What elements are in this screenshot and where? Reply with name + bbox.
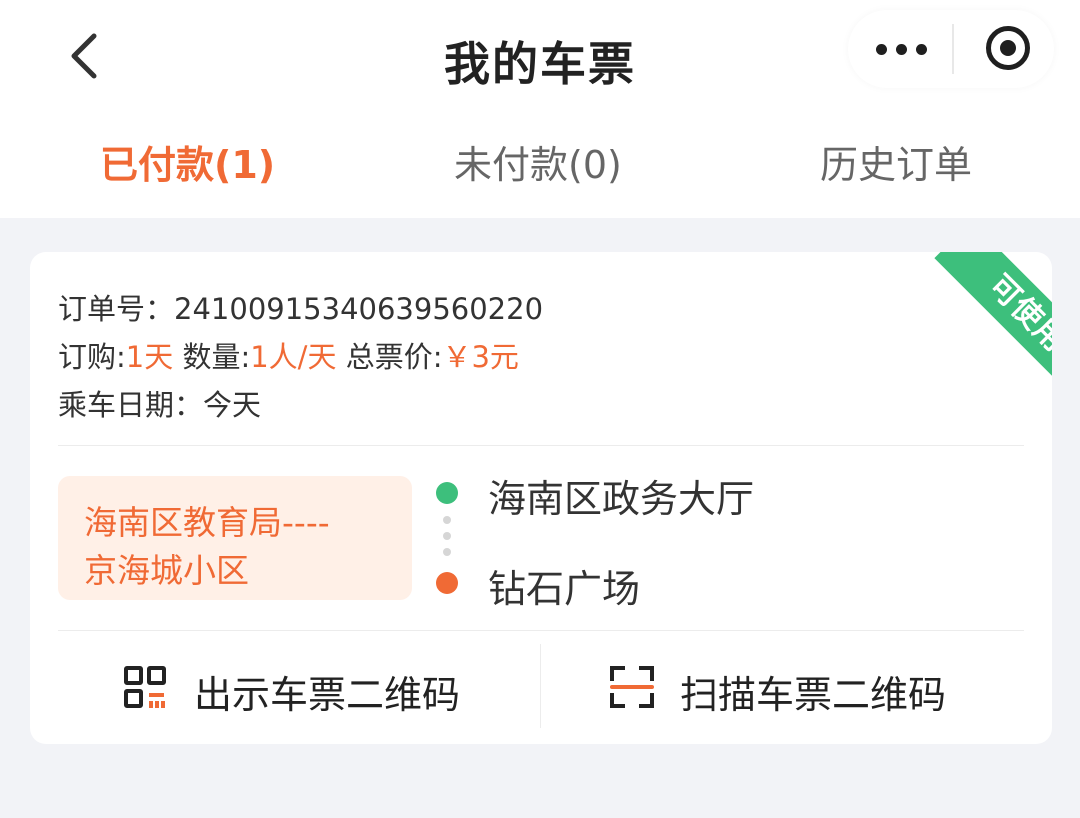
status-badge: 可使用 — [934, 252, 1052, 407]
order-number-row: 订单号：24100915340639560220 — [58, 286, 543, 328]
purchase-value: 1天 — [125, 340, 174, 374]
close-mini-program-button[interactable] — [986, 26, 1030, 70]
route-connector-dot — [443, 532, 451, 540]
qr-code-icon — [124, 666, 166, 708]
order-number-label: 订单号： — [58, 292, 175, 326]
route-name-line-2: 京海城小区 — [84, 551, 249, 590]
divider — [58, 630, 1024, 631]
target-close-icon-dot — [1000, 40, 1016, 56]
route-connector-dot — [443, 516, 451, 524]
show-qr-code-label: 出示车票二维码 — [194, 673, 461, 717]
start-stop-name: 海南区政务大厅 — [488, 477, 755, 521]
route-name-tag: 海南区教育局---- 京海城小区 — [58, 476, 412, 600]
navigation-bar: 我的车票 — [0, 0, 1080, 118]
purchase-info-row: 订购:1天 数量:1人/天 总票价:￥3元 — [58, 334, 519, 376]
scan-qr-code-button[interactable]: 扫描车票二维码 — [540, 646, 1052, 726]
order-number-value: 24100915340639560220 — [174, 292, 544, 326]
more-dots-icon — [916, 44, 927, 55]
top-bar: 我的车票 已付款(1) 未付款(0) 历史订单 — [0, 0, 1080, 218]
ticket-card[interactable]: 可使用 订单号：24100915340639560220 订购:1天 数量:1人… — [30, 252, 1052, 744]
purchase-label: 订购: — [58, 340, 126, 374]
mini-program-capsule — [848, 10, 1054, 88]
tab-paid[interactable]: 已付款(1) — [100, 134, 275, 189]
scan-qr-code-label: 扫描车票二维码 — [680, 673, 947, 717]
tab-history-orders[interactable]: 历史订单 — [820, 134, 972, 189]
more-dots-icon — [876, 44, 887, 55]
scan-icon — [610, 666, 654, 708]
ride-date-value: 今天 — [203, 388, 262, 422]
end-stop-name: 钻石广场 — [488, 567, 641, 611]
more-button[interactable] — [872, 28, 934, 68]
tab-unpaid[interactable]: 未付款(0) — [454, 134, 622, 189]
quantity-value: 1人/天 — [250, 340, 337, 374]
quantity-label: 数量: — [182, 340, 251, 374]
capsule-divider — [952, 24, 954, 74]
show-qr-code-button[interactable]: 出示车票二维码 — [30, 646, 540, 726]
ride-date-row: 乘车日期：今天 — [58, 382, 261, 424]
more-dots-icon — [896, 44, 907, 55]
end-stop-dot — [436, 572, 458, 594]
ticket-tabs: 已付款(1) 未付款(0) 历史订单 — [0, 118, 1080, 218]
route-name-line-1: 海南区教育局---- — [84, 503, 330, 542]
start-stop-dot — [436, 482, 458, 504]
divider — [58, 445, 1024, 446]
total-price-value: ￥3元 — [442, 340, 519, 374]
ride-date-label: 乘车日期： — [58, 388, 204, 422]
route-connector-dot — [443, 548, 451, 556]
total-price-label: 总票价: — [345, 340, 443, 374]
